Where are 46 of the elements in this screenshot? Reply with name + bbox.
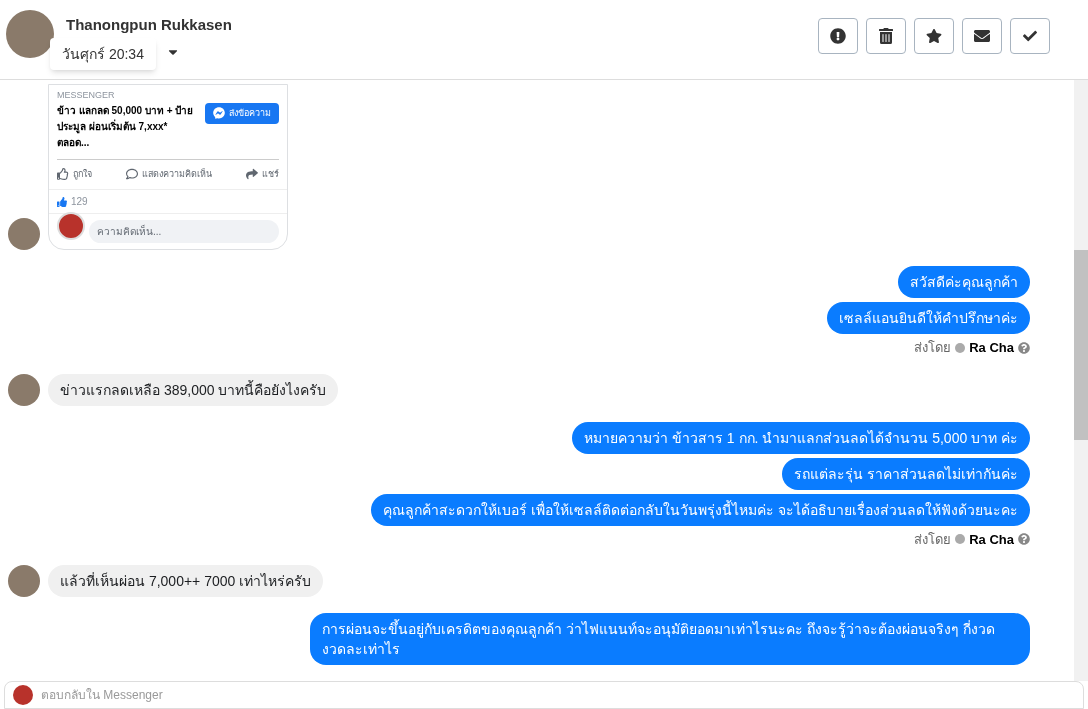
source-label: MESSENGER (57, 89, 116, 102)
post-action[interactable]: แชร์ (246, 167, 279, 181)
avatar (8, 218, 40, 250)
toolbar-button[interactable] (962, 18, 1002, 54)
like-count: 129 (71, 195, 88, 209)
outgoing-message-bubble: หมายความว่า ข้าวสาร 1 กก. นำมาแลกส่วนลดได้จำนวน 5,000 บาท ค่ะ (572, 421, 1030, 454)
post-action[interactable]: แสดงความคิดเห็น (126, 167, 212, 181)
comment-icon (126, 168, 138, 181)
scrollbar[interactable] (1074, 80, 1088, 681)
outgoing-message-bubble: รถแต่ละรุ่น ราคาส่วนลดไม่เท่ากันค่ะ (782, 457, 1030, 490)
post-title: ข้าว แลกลด 50,000 บาท + ป้าย ประมูล ผ่อนเริ่มต้น 7,xxx* ตลอด... (57, 103, 195, 150)
post-action[interactable]: ถูกใจ (57, 167, 92, 181)
outgoing-message-bubble: คุณลูกค้าสะดวกให้เบอร์ เพื่อให้เซลล์ติดต่อกลับในวันพรุ่งนี้ไหมค่ะ จะได้อธิบายเรื่องส่วนลดให้ฟังด้วยนะคะ (371, 493, 1030, 526)
badge-avatar (13, 685, 33, 705)
sent-by-label: ส่งโดย (914, 530, 952, 549)
messenger-icon (213, 107, 225, 120)
like-reaction-icon (57, 196, 67, 207)
outgoing-message-bubble: สวัสดีค่ะคุณลูกค้า (898, 266, 1030, 298)
trash-icon (878, 28, 894, 44)
toolbar-button[interactable] (818, 18, 858, 54)
timestamp-tooltip: วันศุกร์ 20:34 (50, 38, 156, 70)
avatar (6, 10, 54, 58)
toolbar-button[interactable] (1010, 18, 1050, 54)
sender-name: Ra Cha (969, 339, 1014, 357)
star-icon (926, 28, 942, 44)
contact-name: Thanongpun Rukkasen (66, 15, 232, 35)
envelope-icon (974, 28, 990, 44)
badge-avatar (57, 211, 85, 240)
avatar (8, 565, 40, 597)
thumbs-up-icon (57, 168, 69, 181)
share-icon (246, 168, 258, 181)
outgoing-message-bubble: เซลล์แอนยินดีให้คำปรึกษาค่ะ (827, 302, 1030, 334)
outgoing-message-bubble: การผ่อนจะขึ้นอยู่กับเครดิตของคุณลูกค้า ว่าไฟแนนท์จะอนุมัติยอดมาเท่าไรนะคะ ถึงจะรู้ว่าจะต้องผ่อนจริงๆ กี่งวด งวดละเท่าไร (310, 613, 1030, 665)
send-message-button[interactable]: ส่งข้อความ (205, 102, 279, 124)
sender-name: Ra Cha (969, 530, 1014, 549)
help-icon[interactable] (1018, 533, 1030, 546)
incoming-message-bubble: แล้วที่เห็นผ่อน 7,000++ 7000 เท่าไหร่ครับ (48, 565, 324, 597)
sent-by-label: ส่งโดย (914, 339, 952, 357)
alert-icon (830, 28, 846, 44)
toolbar-button[interactable] (866, 18, 906, 54)
comment-field[interactable]: ความคิดเห็น... (89, 220, 279, 243)
toolbar-button[interactable] (914, 18, 954, 54)
check-icon (1023, 29, 1037, 43)
help-icon[interactable] (1018, 341, 1030, 354)
incoming-message-bubble: ข่าวแรกลดเหลือ 389,000 บาทนี้คือยังไงครับ (48, 373, 339, 406)
avatar (8, 373, 40, 406)
